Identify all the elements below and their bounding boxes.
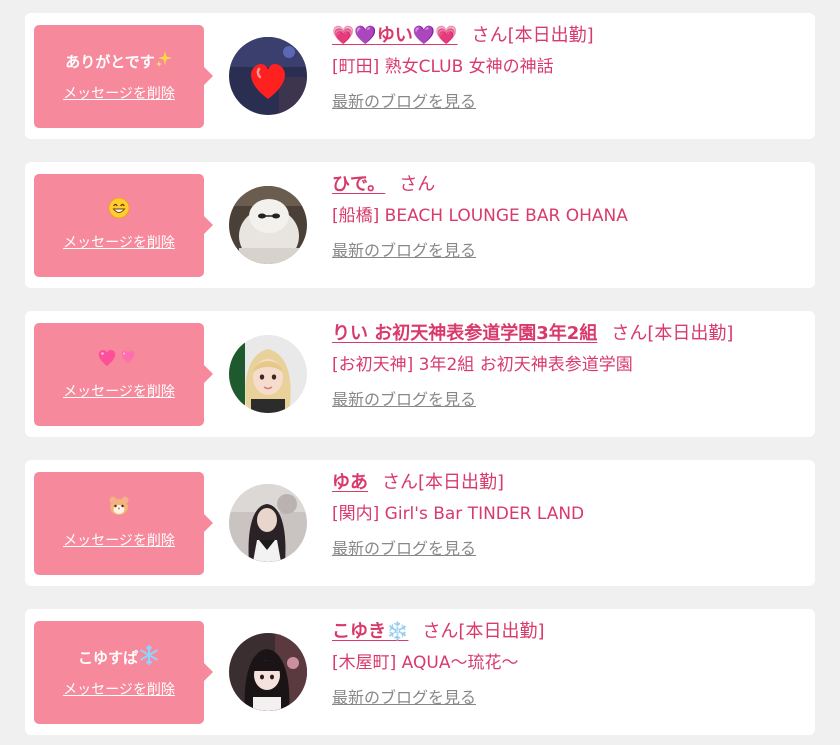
message-card: メッセージを削除 りい お初天神表参道学園3年2組 さん[本日出勤] [お初天神]… — [25, 311, 815, 437]
avatar[interactable] — [229, 37, 307, 115]
avatar[interactable] — [229, 633, 307, 711]
cast-info: ひで。 さん [船橋] BEACH LOUNGE BAR OHANA 最新のブログ… — [332, 172, 805, 261]
message-text: こゆすぱ — [78, 645, 160, 668]
shop-name: [町田] 熟女CLUB 女神の神話 — [332, 57, 554, 77]
message-bubble: メッセージを削除 — [34, 323, 213, 426]
name-suffix: さん[本日出勤] — [382, 472, 505, 493]
name-suffix: さん[本日出勤] — [471, 25, 594, 46]
cast-name-link[interactable]: りい お初天神表参道学園3年2組 — [332, 323, 597, 344]
message-text — [96, 349, 142, 370]
message-text — [108, 197, 130, 221]
cast-name-link[interactable]: ひで。 — [332, 174, 385, 195]
sparkles-icon — [155, 50, 173, 73]
shop-name: [船橋] BEACH LOUNGE BAR OHANA — [332, 206, 628, 226]
cast-info: ゆあ さん[本日出勤] [関内] Girl's Bar TINDER LAND 最… — [332, 470, 805, 559]
name-suffix: さん[本日出勤] — [611, 323, 734, 344]
cast-info: 💗💜ゆい💜💗 さん[本日出勤] [町田] 熟女CLUB 女神の神話 最新のブログを… — [332, 23, 805, 112]
message-bubble: メッセージを削除 — [34, 472, 213, 575]
shop-name: [木屋町] AQUA〜琉花〜 — [332, 653, 519, 673]
message-text — [108, 496, 130, 519]
message-bubble: ありがとです メッセージを削除 — [34, 25, 213, 128]
avatar[interactable] — [229, 335, 307, 413]
delete-message-link[interactable]: メッセージを削除 — [63, 533, 175, 549]
message-card: ありがとです メッセージを削除 💗💜ゆい💜💗 さん[本日出勤] [町田] 熟女C… — [25, 13, 815, 139]
avatar[interactable] — [229, 484, 307, 562]
cast-name-link[interactable]: こゆき❄️ — [332, 621, 408, 642]
latest-blog-link[interactable]: 最新のブログを見る — [332, 688, 476, 708]
latest-blog-link[interactable]: 最新のブログを見る — [332, 390, 476, 410]
message-card: メッセージを削除 ゆあ さん[本日出勤] [関内] Girl's Bar TIND… — [25, 460, 815, 586]
latest-blog-link[interactable]: 最新のブログを見る — [332, 539, 476, 559]
cast-name-link[interactable]: 💗💜ゆい💜💗 — [332, 25, 458, 46]
snowflake-icon — [138, 644, 160, 671]
message-bubble: メッセージを削除 — [34, 174, 213, 277]
delete-message-link[interactable]: メッセージを削除 — [63, 682, 175, 698]
name-suffix: さん — [399, 174, 436, 195]
grinning-face-icon — [108, 197, 130, 224]
two-hearts-icon — [96, 346, 142, 373]
message-card: メッセージを削除 ひで。 さん [船橋] BEACH LOUNGE BAR OHA… — [25, 162, 815, 288]
latest-blog-link[interactable]: 最新のブログを見る — [332, 92, 476, 112]
message-bubble: こゆすぱ メッセージを削除 — [34, 621, 213, 724]
message-list: ありがとです メッセージを削除 💗💜ゆい💜💗 さん[本日出勤] [町田] 熟女C… — [25, 13, 815, 735]
message-card: こゆすぱ メッセージを削除 こゆき❄️ さん[本日出勤] [木屋町] AQUA〜… — [25, 609, 815, 735]
name-suffix: さん[本日出勤] — [422, 621, 545, 642]
delete-message-link[interactable]: メッセージを削除 — [63, 86, 175, 102]
shop-name: [関内] Girl's Bar TINDER LAND — [332, 504, 585, 524]
delete-message-link[interactable]: メッセージを削除 — [63, 235, 175, 251]
latest-blog-link[interactable]: 最新のブログを見る — [332, 241, 476, 261]
avatar[interactable] — [229, 186, 307, 264]
shop-name: [お初天神] 3年2組 お初天神表参道学園 — [332, 355, 633, 375]
cast-info: りい お初天神表参道学園3年2組 さん[本日出勤] [お初天神] 3年2組 お初天… — [332, 321, 805, 410]
hamster-icon — [108, 495, 130, 522]
message-text: ありがとです — [65, 50, 173, 73]
cast-info: こゆき❄️ さん[本日出勤] [木屋町] AQUA〜琉花〜 最新のブログを見る — [332, 619, 805, 708]
delete-message-link[interactable]: メッセージを削除 — [63, 384, 175, 400]
cast-name-link[interactable]: ゆあ — [332, 472, 368, 493]
